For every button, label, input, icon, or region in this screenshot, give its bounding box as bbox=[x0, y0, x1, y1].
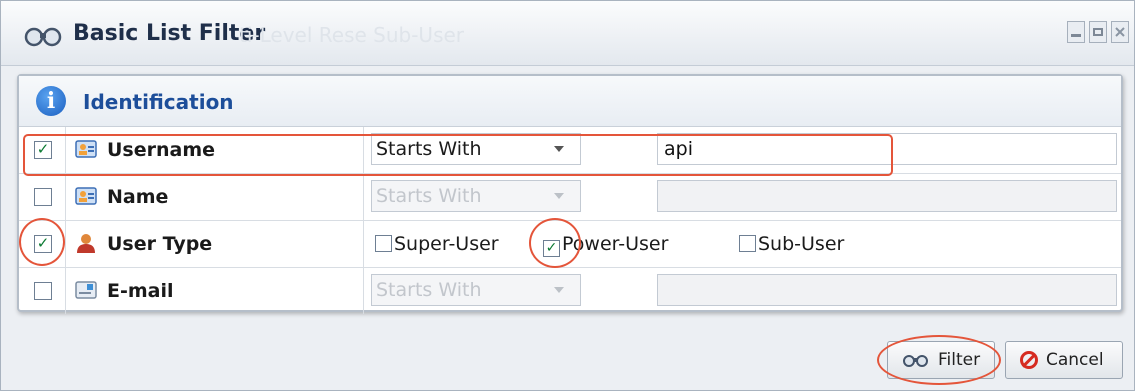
super-user-label: Super-User bbox=[394, 233, 499, 255]
filter-row-name: Name Starts With bbox=[19, 174, 1121, 221]
sub-user-checkbox[interactable] bbox=[739, 235, 756, 252]
name-value-input[interactable] bbox=[657, 180, 1117, 212]
super-user-checkbox[interactable] bbox=[375, 235, 392, 252]
user-type-label: User Type bbox=[107, 233, 213, 255]
column-divider bbox=[65, 268, 66, 314]
name-operator-select[interactable]: Starts With bbox=[371, 180, 581, 212]
column-divider bbox=[363, 221, 364, 267]
cancel-button-label: Cancel bbox=[1046, 350, 1104, 370]
name-operator-value: Starts With bbox=[376, 185, 482, 207]
highlight-user-type-checkbox bbox=[19, 218, 65, 266]
minimize-icon bbox=[1071, 34, 1081, 37]
section-header: i Identification bbox=[19, 76, 1121, 127]
maximize-button[interactable] bbox=[1089, 21, 1107, 43]
filter-row-email: E-mail Starts With bbox=[19, 268, 1121, 314]
email-value-input[interactable] bbox=[657, 274, 1117, 306]
name-checkbox[interactable] bbox=[34, 188, 52, 206]
name-label: Name bbox=[107, 186, 169, 208]
dialog-title: Basic List Filter bbox=[73, 21, 266, 46]
info-icon: i bbox=[36, 86, 66, 116]
super-user-option[interactable]: Super-User bbox=[375, 233, 499, 255]
email-label: E-mail bbox=[107, 280, 174, 302]
chevron-down-icon bbox=[554, 287, 564, 293]
minimize-button[interactable] bbox=[1067, 21, 1085, 43]
sub-user-option[interactable]: Sub-User bbox=[739, 233, 844, 255]
email-operator-value: Starts With bbox=[376, 279, 482, 301]
cancel-icon bbox=[1020, 351, 1038, 369]
email-icon bbox=[75, 281, 97, 299]
sub-user-label: Sub-User bbox=[758, 233, 845, 255]
binoculars-icon bbox=[24, 27, 62, 47]
close-button[interactable] bbox=[1111, 21, 1129, 43]
email-checkbox[interactable] bbox=[34, 282, 52, 300]
close-icon bbox=[1115, 27, 1125, 37]
column-divider bbox=[65, 221, 66, 267]
highlight-power-user-checkbox bbox=[529, 218, 581, 268]
chevron-down-icon bbox=[554, 193, 564, 199]
person-icon bbox=[77, 234, 95, 253]
section-title: Identification bbox=[83, 90, 234, 114]
column-divider bbox=[363, 174, 364, 220]
maximize-icon bbox=[1093, 28, 1103, 36]
highlight-username-row bbox=[23, 134, 893, 176]
background-window-title: ti-Level Rese Sub-User bbox=[239, 23, 465, 47]
identification-panel: i Identification ✓ Username Starts With … bbox=[17, 74, 1123, 314]
column-divider bbox=[363, 268, 364, 314]
cancel-button[interactable]: Cancel bbox=[1005, 341, 1123, 379]
user-card-icon bbox=[75, 187, 97, 205]
basic-list-filter-dialog: Basic List Filter ti-Level Rese Sub-User… bbox=[0, 0, 1135, 391]
title-bar[interactable]: Basic List Filter ti-Level Rese Sub-User bbox=[1, 1, 1134, 66]
email-operator-select[interactable]: Starts With bbox=[371, 274, 581, 306]
column-divider bbox=[65, 174, 66, 220]
highlight-filter-button bbox=[877, 335, 1001, 385]
